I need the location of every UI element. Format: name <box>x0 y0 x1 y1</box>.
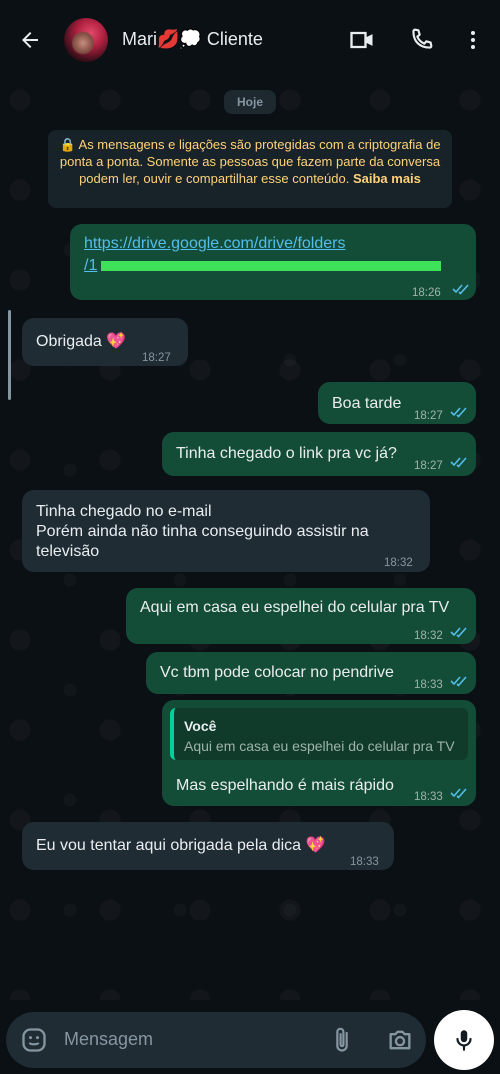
message-time: 18:33 <box>414 679 443 691</box>
message-input[interactable]: Mensagem <box>64 1029 153 1050</box>
message-text: Obrigada 💖 <box>36 333 127 350</box>
message-time: 18:33 <box>414 791 443 803</box>
message-bubble-outgoing[interactable]: Tinha chegado o link pra vc já? 18:27 <box>162 432 476 476</box>
message-time: 18:33 <box>350 856 379 868</box>
message-bubble-incoming[interactable]: Tinha chegado no e-mail Porém ainda não … <box>22 490 430 572</box>
message-bubble-outgoing[interactable]: Vc tbm pode colocar no pendrive 18:33 <box>146 652 476 694</box>
read-ticks-icon <box>450 788 467 799</box>
message-bubble-outgoing[interactable]: Você Aqui em casa eu espelhei do celular… <box>162 700 476 806</box>
message-text: Tinha chegado o link pra vc já? <box>176 445 397 462</box>
message-time: 18:32 <box>384 557 413 569</box>
read-ticks-icon <box>452 284 469 295</box>
message-text: Eu vou tentar aqui obrigada pela dica 💖 <box>36 837 326 854</box>
phone-call-icon[interactable] <box>407 26 435 54</box>
message-line: Tinha chegado no e-mail <box>36 503 212 520</box>
read-ticks-icon <box>450 627 467 638</box>
message-bubble-incoming[interactable]: Obrigada 💖 18:27 <box>22 318 188 366</box>
message-time: 18:27 <box>142 352 171 364</box>
learn-more-link[interactable]: Saiba mais <box>353 171 421 186</box>
read-ticks-icon <box>450 676 467 687</box>
message-line: Porém ainda não tinha conseguindo assist… <box>36 523 369 540</box>
back-arrow-icon[interactable] <box>16 26 44 54</box>
message-text: Mas espelhando é mais rápido <box>176 777 394 794</box>
message-link-line2[interactable]: /1 <box>84 256 464 276</box>
quoted-author: Você <box>184 718 217 734</box>
sticker-icon[interactable] <box>20 1026 48 1054</box>
message-bubble-incoming[interactable]: Eu vou tentar aqui obrigada pela dica 💖 … <box>22 822 394 870</box>
message-time: 18:26 <box>412 287 441 299</box>
message-line: televisão <box>36 543 100 560</box>
message-link[interactable]: https://drive.google.com/drive/folders <box>84 234 345 254</box>
read-ticks-icon <box>450 407 467 418</box>
message-bubble-outgoing[interactable]: Aqui em casa eu espelhei do celular pra … <box>126 588 476 644</box>
encryption-notice[interactable]: 🔒 As mensagens e ligações são protegidas… <box>48 130 452 208</box>
attach-clip-icon[interactable] <box>328 1026 356 1054</box>
microphone-icon[interactable] <box>434 1010 494 1070</box>
quoted-message[interactable]: Você Aqui em casa eu espelhei do celular… <box>170 708 468 760</box>
date-chip: Hoje <box>224 90 276 114</box>
message-bubble-outgoing[interactable]: https://drive.google.com/drive/folders /… <box>70 224 476 300</box>
contact-avatar[interactable] <box>64 18 108 62</box>
message-time: 18:32 <box>414 630 443 642</box>
message-composer[interactable]: Mensagem <box>6 1012 426 1068</box>
message-time: 18:27 <box>414 460 443 472</box>
message-time: 18:27 <box>414 410 443 422</box>
scroll-indicator[interactable] <box>8 310 11 400</box>
more-vertical-icon[interactable] <box>459 26 487 54</box>
message-bubble-outgoing[interactable]: Boa tarde 18:27 <box>318 382 476 424</box>
message-text: Vc tbm pode colocar no pendrive <box>160 664 394 681</box>
quoted-text: Aqui em casa eu espelhei do celular pra … <box>184 738 455 754</box>
contact-name[interactable]: Mari💋💭 Cliente <box>122 29 263 50</box>
read-ticks-icon <box>450 457 467 468</box>
message-text: Boa tarde <box>332 395 402 412</box>
redaction-bar <box>101 260 442 271</box>
chat-header: Mari💋💭 Cliente <box>0 0 500 80</box>
message-text: Aqui em casa eu espelhei do celular pra … <box>140 599 450 616</box>
video-call-icon[interactable] <box>348 26 376 54</box>
camera-icon[interactable] <box>386 1026 414 1054</box>
